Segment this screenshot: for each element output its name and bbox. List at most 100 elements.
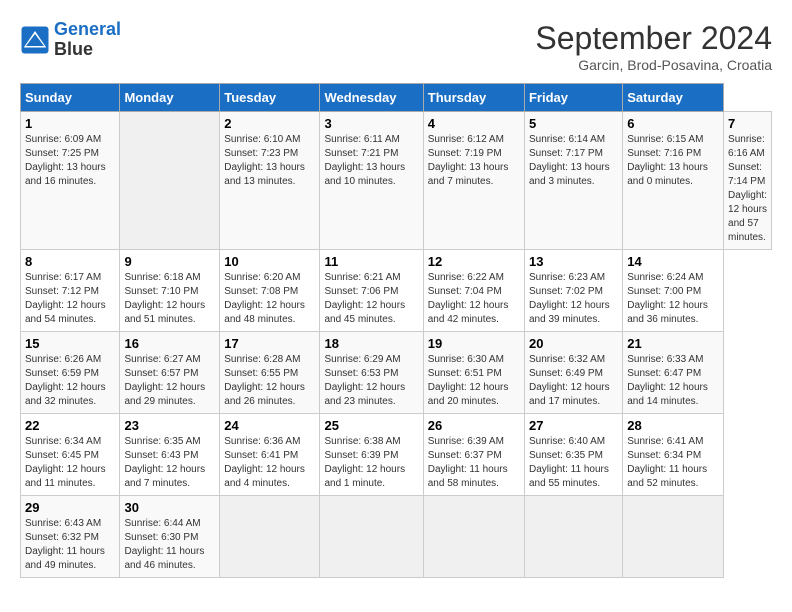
day-number: 16 bbox=[124, 336, 215, 351]
day-number: 7 bbox=[728, 116, 767, 131]
day-info: Sunrise: 6:26 AM Sunset: 6:59 PM Dayligh… bbox=[25, 353, 115, 409]
day-info: Sunrise: 6:22 AM Sunset: 7:04 PM Dayligh… bbox=[428, 271, 520, 327]
day-number: 15 bbox=[25, 336, 115, 351]
table-row bbox=[220, 496, 320, 578]
day-number: 10 bbox=[224, 254, 315, 269]
calendar-week-row: 8 Sunrise: 6:17 AM Sunset: 7:12 PM Daylig… bbox=[21, 250, 772, 332]
location-subtitle: Garcin, Brod-Posavina, Croatia bbox=[535, 57, 772, 73]
logo-text: General Blue bbox=[54, 20, 121, 60]
table-row: 6Sunrise: 6:15 AM Sunset: 7:16 PM Daylig… bbox=[623, 112, 724, 250]
table-row: 27 Sunrise: 6:40 AM Sunset: 6:35 PM Dayli… bbox=[524, 414, 622, 496]
day-info: Sunrise: 6:40 AM Sunset: 6:35 PM Dayligh… bbox=[529, 435, 618, 491]
day-info: Sunrise: 6:11 AM Sunset: 7:21 PM Dayligh… bbox=[324, 133, 418, 189]
title-block: September 2024 Garcin, Brod-Posavina, Cr… bbox=[535, 20, 772, 73]
table-row: 22Sunrise: 6:34 AM Sunset: 6:45 PM Dayli… bbox=[21, 414, 120, 496]
table-row: 18Sunrise: 6:29 AM Sunset: 6:53 PM Dayli… bbox=[320, 332, 423, 414]
day-info: Sunrise: 6:28 AM Sunset: 6:55 PM Dayligh… bbox=[224, 353, 315, 409]
day-info: Sunrise: 6:33 AM Sunset: 6:47 PM Dayligh… bbox=[627, 353, 719, 409]
day-info: Sunrise: 6:20 AM Sunset: 7:08 PM Dayligh… bbox=[224, 271, 315, 327]
day-number: 20 bbox=[529, 336, 618, 351]
day-info: Sunrise: 6:30 AM Sunset: 6:51 PM Dayligh… bbox=[428, 353, 520, 409]
day-number: 30 bbox=[124, 500, 215, 515]
day-number: 2 bbox=[224, 116, 315, 131]
table-row: 26Sunrise: 6:39 AM Sunset: 6:37 PM Dayli… bbox=[423, 414, 524, 496]
day-info: Sunrise: 6:12 AM Sunset: 7:19 PM Dayligh… bbox=[428, 133, 520, 189]
month-title: September 2024 bbox=[535, 20, 772, 57]
day-info: Sunrise: 6:09 AM Sunset: 7:25 PM Dayligh… bbox=[25, 133, 115, 189]
day-info: Sunrise: 6:41 AM Sunset: 6:34 PM Dayligh… bbox=[627, 435, 719, 491]
day-info: Sunrise: 6:23 AM Sunset: 7:02 PM Dayligh… bbox=[529, 271, 618, 327]
day-number: 5 bbox=[529, 116, 618, 131]
day-number: 23 bbox=[124, 418, 215, 433]
calendar-header-row: Sunday Monday Tuesday Wednesday Thursday… bbox=[21, 84, 772, 112]
day-info: Sunrise: 6:43 AM Sunset: 6:32 PM Dayligh… bbox=[25, 517, 115, 573]
table-row: 23Sunrise: 6:35 AM Sunset: 6:43 PM Dayli… bbox=[120, 414, 220, 496]
day-info: Sunrise: 6:10 AM Sunset: 7:23 PM Dayligh… bbox=[224, 133, 315, 189]
table-row: 12 Sunrise: 6:22 AM Sunset: 7:04 PM Dayli… bbox=[423, 250, 524, 332]
day-info: Sunrise: 6:14 AM Sunset: 7:17 PM Dayligh… bbox=[529, 133, 618, 189]
table-row: 30 Sunrise: 6:44 AM Sunset: 6:30 PM Dayli… bbox=[120, 496, 220, 578]
table-row bbox=[623, 496, 724, 578]
day-number: 3 bbox=[324, 116, 418, 131]
day-info: Sunrise: 6:39 AM Sunset: 6:37 PM Dayligh… bbox=[428, 435, 520, 491]
table-row: 4 Sunrise: 6:12 AM Sunset: 7:19 PM Daylig… bbox=[423, 112, 524, 250]
table-row: 8 Sunrise: 6:17 AM Sunset: 7:12 PM Daylig… bbox=[21, 250, 120, 332]
day-info: Sunrise: 6:29 AM Sunset: 6:53 PM Dayligh… bbox=[324, 353, 418, 409]
table-row: 14 Sunrise: 6:24 AM Sunset: 7:00 PM Dayli… bbox=[623, 250, 724, 332]
table-row bbox=[120, 112, 220, 250]
table-row: 24Sunrise: 6:36 AM Sunset: 6:41 PM Dayli… bbox=[220, 414, 320, 496]
day-info: Sunrise: 6:38 AM Sunset: 6:39 PM Dayligh… bbox=[324, 435, 418, 491]
col-sunday: Sunday bbox=[21, 84, 120, 112]
day-number: 19 bbox=[428, 336, 520, 351]
day-number: 12 bbox=[428, 254, 520, 269]
day-info: Sunrise: 6:24 AM Sunset: 7:00 PM Dayligh… bbox=[627, 271, 719, 327]
table-row: 10 Sunrise: 6:20 AM Sunset: 7:08 PM Dayli… bbox=[220, 250, 320, 332]
table-row: 19 Sunrise: 6:30 AM Sunset: 6:51 PM Dayli… bbox=[423, 332, 524, 414]
table-row: 9 Sunrise: 6:18 AM Sunset: 7:10 PM Daylig… bbox=[120, 250, 220, 332]
table-row bbox=[320, 496, 423, 578]
day-info: Sunrise: 6:16 AM Sunset: 7:14 PM Dayligh… bbox=[728, 133, 767, 245]
calendar-week-row: 15 Sunrise: 6:26 AM Sunset: 6:59 PM Dayli… bbox=[21, 332, 772, 414]
col-saturday: Saturday bbox=[623, 84, 724, 112]
day-number: 9 bbox=[124, 254, 215, 269]
day-info: Sunrise: 6:15 AM Sunset: 7:16 PM Dayligh… bbox=[627, 133, 719, 189]
table-row bbox=[423, 496, 524, 578]
day-number: 13 bbox=[529, 254, 618, 269]
table-row: 15 Sunrise: 6:26 AM Sunset: 6:59 PM Dayli… bbox=[21, 332, 120, 414]
day-number: 27 bbox=[529, 418, 618, 433]
calendar-week-row: 29 Sunrise: 6:43 AM Sunset: 6:32 PM Dayli… bbox=[21, 496, 772, 578]
calendar-week-row: 1 Sunrise: 6:09 AM Sunset: 7:25 PM Daylig… bbox=[21, 112, 772, 250]
table-row: 11 Sunrise: 6:21 AM Sunset: 7:06 PM Dayli… bbox=[320, 250, 423, 332]
logo-icon bbox=[20, 25, 50, 55]
day-info: Sunrise: 6:17 AM Sunset: 7:12 PM Dayligh… bbox=[25, 271, 115, 327]
day-info: Sunrise: 6:44 AM Sunset: 6:30 PM Dayligh… bbox=[124, 517, 215, 573]
table-row: 25 Sunrise: 6:38 AM Sunset: 6:39 PM Dayli… bbox=[320, 414, 423, 496]
table-row: 16 Sunrise: 6:27 AM Sunset: 6:57 PM Dayli… bbox=[120, 332, 220, 414]
table-row: 3 Sunrise: 6:11 AM Sunset: 7:21 PM Daylig… bbox=[320, 112, 423, 250]
day-info: Sunrise: 6:18 AM Sunset: 7:10 PM Dayligh… bbox=[124, 271, 215, 327]
day-info: Sunrise: 6:27 AM Sunset: 6:57 PM Dayligh… bbox=[124, 353, 215, 409]
table-row: 29 Sunrise: 6:43 AM Sunset: 6:32 PM Dayli… bbox=[21, 496, 120, 578]
day-number: 21 bbox=[627, 336, 719, 351]
day-number: 17 bbox=[224, 336, 315, 351]
table-row bbox=[524, 496, 622, 578]
table-row: 17 Sunrise: 6:28 AM Sunset: 6:55 PM Dayli… bbox=[220, 332, 320, 414]
day-number: 25 bbox=[324, 418, 418, 433]
col-thursday: Thursday bbox=[423, 84, 524, 112]
day-number: 1 bbox=[25, 116, 115, 131]
col-monday: Monday bbox=[120, 84, 220, 112]
calendar-table: Sunday Monday Tuesday Wednesday Thursday… bbox=[20, 83, 772, 578]
table-row: 5 Sunrise: 6:14 AM Sunset: 7:17 PM Daylig… bbox=[524, 112, 622, 250]
day-number: 8 bbox=[25, 254, 115, 269]
col-friday: Friday bbox=[524, 84, 622, 112]
col-tuesday: Tuesday bbox=[220, 84, 320, 112]
page-header: General Blue September 2024 Garcin, Brod… bbox=[20, 20, 772, 73]
day-number: 11 bbox=[324, 254, 418, 269]
day-number: 14 bbox=[627, 254, 719, 269]
day-number: 29 bbox=[25, 500, 115, 515]
day-info: Sunrise: 6:36 AM Sunset: 6:41 PM Dayligh… bbox=[224, 435, 315, 491]
day-info: Sunrise: 6:21 AM Sunset: 7:06 PM Dayligh… bbox=[324, 271, 418, 327]
day-number: 4 bbox=[428, 116, 520, 131]
table-row: 13 Sunrise: 6:23 AM Sunset: 7:02 PM Dayli… bbox=[524, 250, 622, 332]
table-row: 7 Sunrise: 6:16 AM Sunset: 7:14 PM Daylig… bbox=[724, 112, 772, 250]
